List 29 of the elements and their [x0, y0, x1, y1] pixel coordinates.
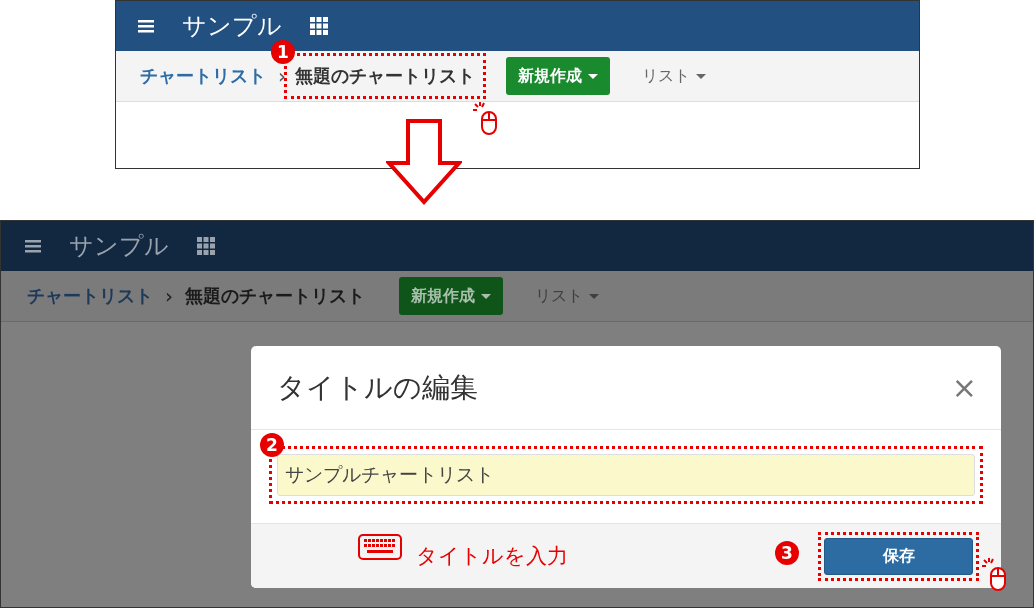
caret-icon: [696, 73, 706, 79]
keyboard-icon: [358, 534, 402, 560]
app-title: サンプル: [182, 11, 282, 42]
step-marker: 1: [271, 40, 295, 64]
breadcrumb-current[interactable]: 無題のチャートリスト: [295, 64, 475, 88]
caret-icon: [588, 73, 598, 79]
caret-icon: [481, 293, 491, 299]
app-title: サンプル: [69, 231, 169, 262]
breadcrumb-separator: ›: [278, 64, 286, 88]
step-marker: 3: [775, 541, 799, 565]
title-input[interactable]: サンプルチャートリスト: [277, 454, 975, 496]
list-menu[interactable]: リスト: [529, 284, 605, 308]
menu-icon[interactable]: [138, 19, 154, 33]
save-button[interactable]: 保存: [824, 538, 973, 575]
hint-text: タイトルを入力: [416, 543, 568, 570]
close-button[interactable]: ×: [951, 370, 977, 405]
step-marker: 2: [260, 433, 284, 457]
apps-grid-icon[interactable]: [197, 237, 215, 255]
breadcrumb-link[interactable]: チャートリスト: [140, 64, 266, 88]
breadcrumb-current[interactable]: 無題のチャートリスト: [185, 284, 365, 308]
menu-icon[interactable]: [25, 239, 41, 253]
apps-grid-icon[interactable]: [310, 17, 328, 35]
breadcrumb-link[interactable]: チャートリスト: [27, 284, 153, 308]
dialog-title: タイトルの編集: [277, 369, 478, 406]
list-menu[interactable]: リスト: [636, 64, 712, 88]
caret-icon: [589, 293, 599, 299]
new-button[interactable]: 新規作成: [506, 57, 610, 95]
breadcrumb-separator: ›: [165, 284, 173, 308]
new-button[interactable]: 新規作成: [399, 277, 503, 315]
